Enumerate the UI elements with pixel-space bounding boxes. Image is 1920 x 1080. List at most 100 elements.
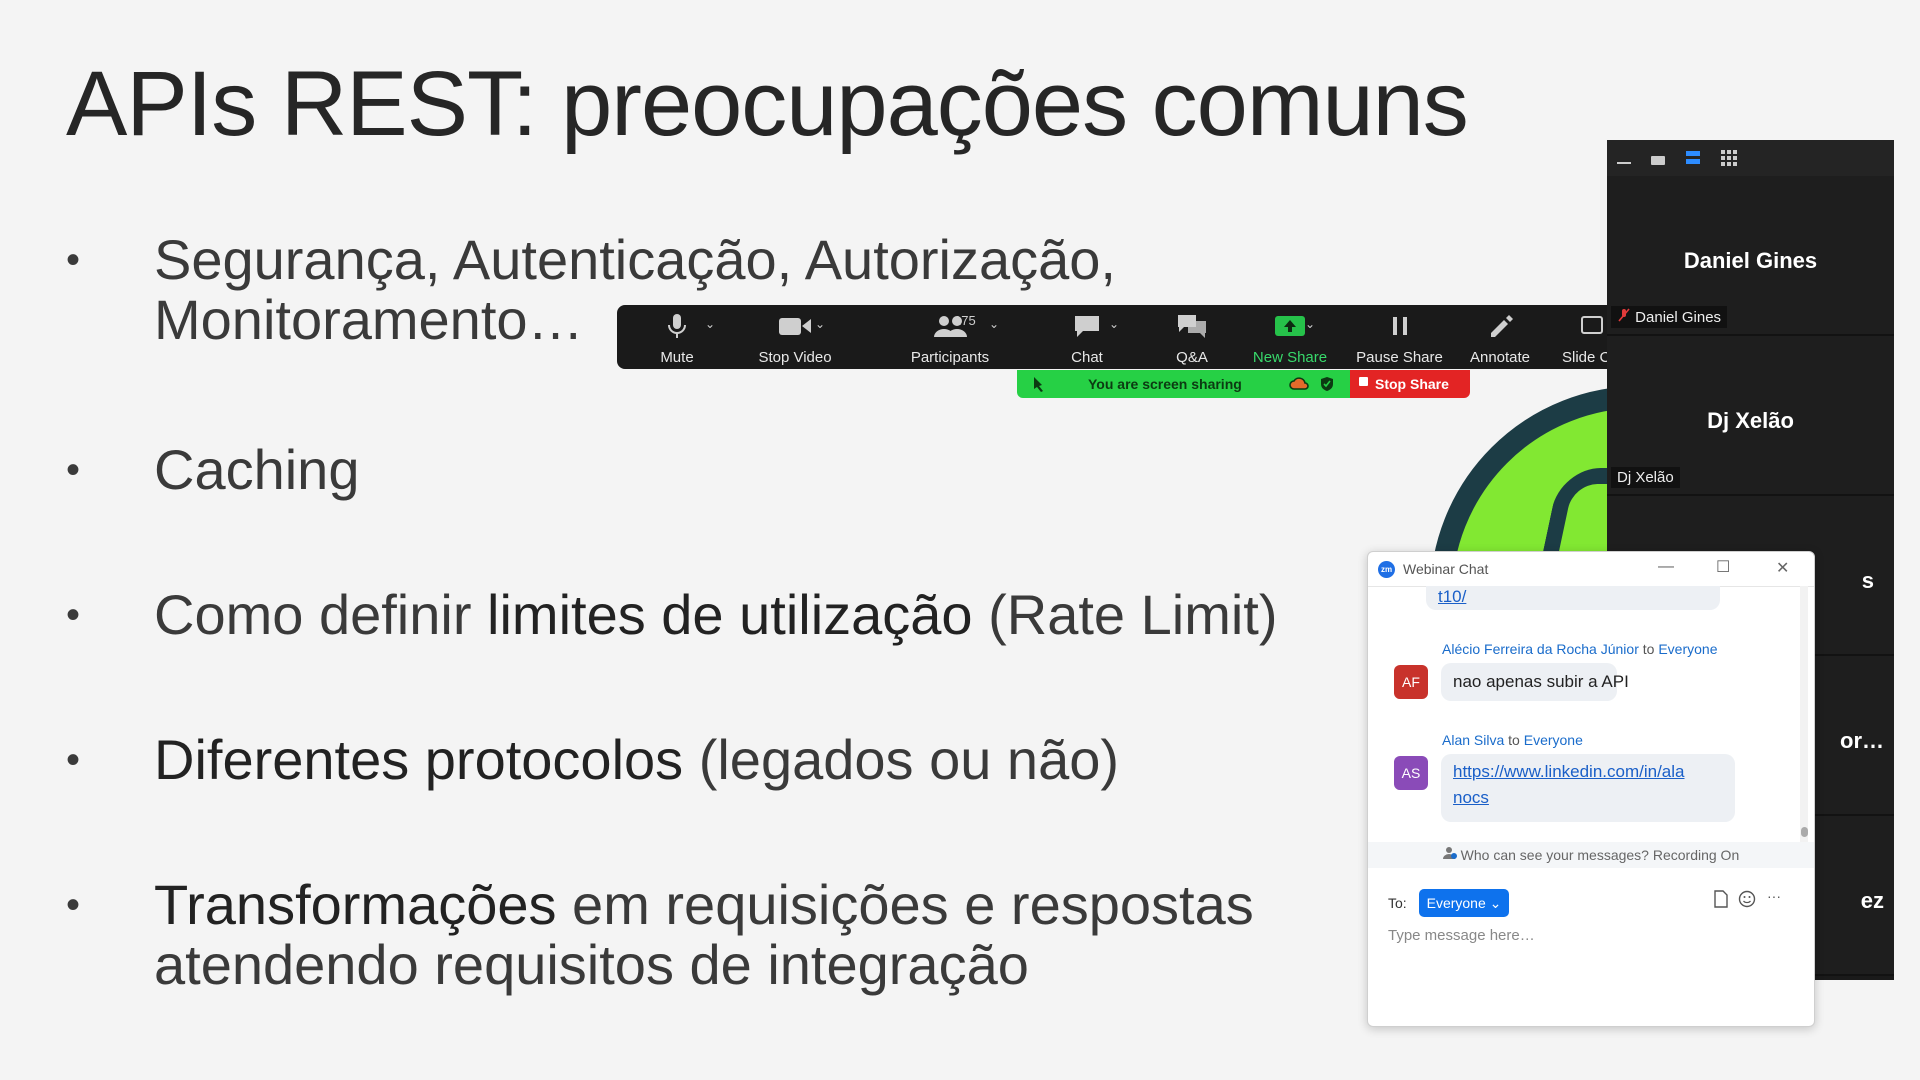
chat-icon <box>1037 311 1137 341</box>
chat-message-text: nao apenas subir a API <box>1453 672 1629 691</box>
bullet-emphasis: Diferentes protocolos <box>154 728 684 791</box>
cloud-icon <box>1289 376 1309 393</box>
participant-tile[interactable]: Daniel Gines Daniel Gines <box>1607 176 1894 336</box>
file-icon[interactable] <box>1713 890 1729 913</box>
sharing-status: You are screen sharing <box>1088 376 1242 392</box>
to-label: To: <box>1388 895 1407 911</box>
pause-share-button[interactable]: Pause Share <box>1337 311 1462 367</box>
bullet-text: (Rate Limit) <box>972 583 1278 646</box>
zoom-logo-icon: zm <box>1378 561 1395 578</box>
annotate-label: Annotate <box>1469 349 1531 366</box>
panel-view-controls <box>1607 140 1894 176</box>
strip-view-icon[interactable] <box>1686 151 1700 165</box>
participant-tag: Daniel Gines <box>1611 306 1728 328</box>
stop-share-label: Stop Share <box>1375 376 1449 392</box>
webinar-chat-window: zm Webinar Chat — ☐ ✕ t10/ Alécio Ferrei… <box>1367 551 1815 1027</box>
gallery-view-icon[interactable] <box>1721 150 1737 166</box>
chat-link[interactable]: t10/ <box>1438 587 1466 607</box>
shield-check-icon <box>1320 376 1334 395</box>
chevron-down-icon[interactable]: ⌄ <box>705 317 715 331</box>
participant-name: Dj Xelão <box>1707 408 1794 433</box>
bullet-text: em requisições e respostas <box>556 873 1254 936</box>
stop-share-button[interactable]: Stop Share <box>1350 370 1470 398</box>
bullet-emphasis: Transformações <box>154 873 557 936</box>
new-share-button[interactable]: New Share <box>1235 311 1345 367</box>
to-word: to <box>1642 641 1655 657</box>
share-screen-icon <box>1235 311 1345 341</box>
chat-window-title: Webinar Chat <box>1403 561 1489 577</box>
people-lock-icon <box>1442 847 1457 863</box>
bullet-text: (legados ou não) <box>683 728 1120 791</box>
chevron-down-icon[interactable]: ⌄ <box>1109 317 1119 331</box>
bullet-dot: • <box>66 883 81 927</box>
chat-scrollbar[interactable] <box>1800 586 1808 842</box>
to-word: to <box>1508 732 1520 748</box>
recipient-dropdown[interactable]: Everyone ⌄ <box>1419 889 1509 917</box>
chat-title-bar: zm Webinar Chat — ☐ ✕ <box>1368 552 1814 587</box>
chat-sender: Alan Silva to Everyone <box>1442 732 1583 748</box>
close-icon[interactable]: ✕ <box>1776 558 1789 578</box>
qa-label: Q&A <box>1176 349 1208 366</box>
chat-message-bubble: t10/ <box>1426 586 1720 610</box>
chat-button[interactable]: Chat <box>1037 311 1137 367</box>
stop-video-label: Stop Video <box>758 349 832 366</box>
chevron-down-icon[interactable]: ⌄ <box>815 317 825 331</box>
visibility-notice[interactable]: Who can see your messages? Recording On <box>1368 842 1814 868</box>
minimize-icon[interactable]: — <box>1658 558 1674 576</box>
avatar: AF <box>1394 665 1428 699</box>
sender-name: Alan Silva <box>1442 732 1505 748</box>
sender-name: Alécio Ferreira da Rocha Júnior <box>1442 641 1639 657</box>
pause-icon <box>1337 311 1462 341</box>
screen-sharing-bar: You are screen sharing <box>1017 370 1353 398</box>
chat-link[interactable]: https://www.linkedin.com/in/ala <box>1453 762 1685 782</box>
pencil-icon <box>1445 311 1555 341</box>
bullet-text: atendendo requisitos de integração <box>154 933 1029 996</box>
chevron-down-icon: ⌄ <box>1489 895 1502 911</box>
visibility-notice-text: Who can see your messages? Recording On <box>1460 847 1740 863</box>
participants-button[interactable]: Participants <box>875 311 1025 367</box>
participant-name: Daniel Gines <box>1683 248 1818 273</box>
mute-label: Mute <box>660 349 694 366</box>
message-input[interactable]: Type message here… <box>1388 927 1535 944</box>
chevron-down-icon[interactable]: ⌄ <box>989 317 999 331</box>
participant-tag: Dj Xelão <box>1611 467 1680 488</box>
stop-video-button[interactable]: Stop Video <box>735 311 855 367</box>
speaker-view-icon[interactable] <box>1651 156 1665 165</box>
video-camera-icon <box>735 311 855 341</box>
chat-label: Chat <box>1071 349 1103 366</box>
bullet-dot: • <box>66 593 81 637</box>
participant-count: 175 <box>954 313 976 328</box>
bullet-dot: • <box>66 238 81 282</box>
chevron-down-icon[interactable]: ⌄ <box>1305 317 1315 331</box>
chat-message-bubble: nao apenas subir a API <box>1441 663 1629 701</box>
new-share-label: New Share <box>1252 349 1328 366</box>
qa-icon <box>1142 311 1242 341</box>
minimize-icon[interactable] <box>1617 162 1631 164</box>
participant-tile[interactable]: Dj Xelão Dj Xelão <box>1607 336 1894 496</box>
pin-icon[interactable] <box>1031 376 1045 395</box>
chat-scroll-thumb[interactable] <box>1801 827 1808 837</box>
participants-label: Participants <box>910 349 990 366</box>
bullet-text: Como definir <box>154 583 488 646</box>
participants-icon <box>875 311 1025 341</box>
pause-share-label: Pause Share <box>1356 349 1443 366</box>
slide-title: APIs REST: preocupações comuns <box>66 53 1469 155</box>
bullet-dot: • <box>66 738 81 782</box>
meeting-toolbar: Mute ⌄ Stop Video ⌄ Participants 175 ⌄ C… <box>617 305 1617 369</box>
emoji-icon[interactable] <box>1738 890 1756 913</box>
recipient-name: Everyone <box>1658 641 1718 657</box>
recipient-name: Everyone <box>1523 732 1583 748</box>
muted-mic-icon <box>1617 308 1631 326</box>
annotate-button[interactable]: Annotate <box>1445 311 1555 367</box>
recipient-dropdown-label: Everyone <box>1426 895 1486 911</box>
bullet-dot: • <box>66 448 81 492</box>
participant-tag-name: Daniel Gines <box>1635 309 1722 326</box>
chat-sender: Alécio Ferreira da Rocha Júnior to Every… <box>1442 641 1718 657</box>
avatar: AS <box>1394 756 1428 790</box>
more-options-icon[interactable]: ··· <box>1767 888 1781 904</box>
chat-link[interactable]: nocs <box>1453 788 1489 808</box>
qa-button[interactable]: Q&A <box>1142 311 1242 367</box>
maximize-icon[interactable]: ☐ <box>1716 557 1730 577</box>
bullet-text: Segurança, Autenticação, Autorização, <box>154 228 1116 291</box>
bullet-emphasis: limites de utilização <box>487 583 973 646</box>
